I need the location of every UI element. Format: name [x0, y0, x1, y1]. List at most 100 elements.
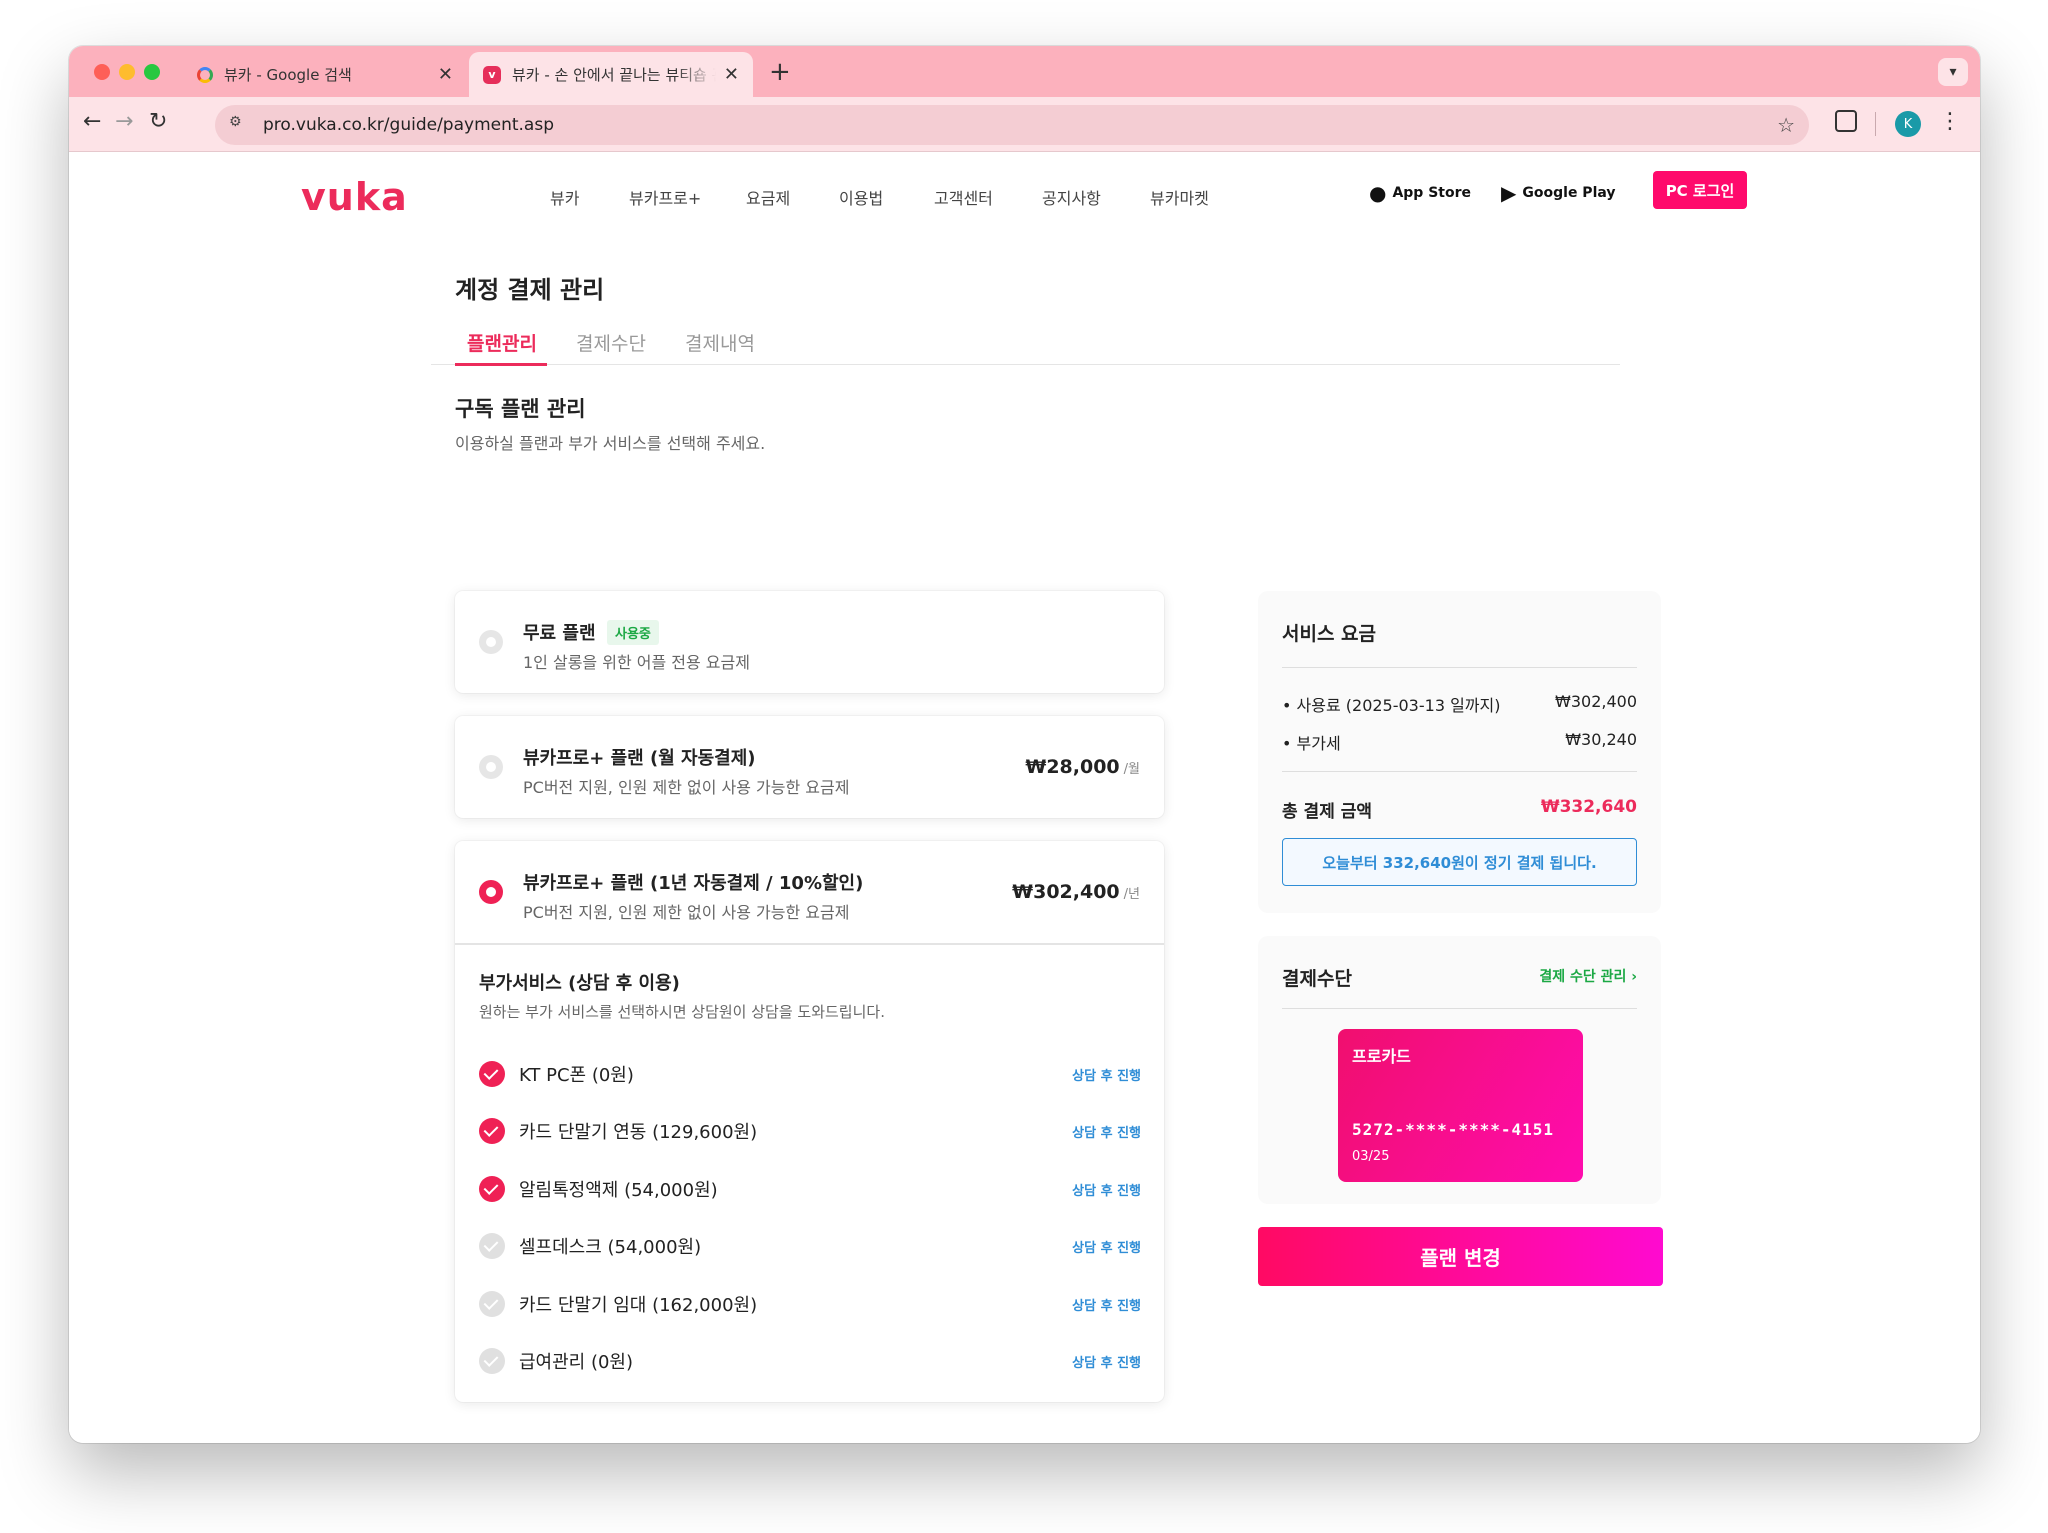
checkbox-unchecked[interactable] — [479, 1348, 505, 1374]
price-amount: ₩302,400 — [1012, 881, 1120, 903]
close-tab-icon[interactable]: ✕ — [438, 64, 453, 85]
tab-plan-management[interactable]: 플랜관리 — [467, 329, 537, 356]
extensions-icon[interactable] — [1835, 110, 1857, 132]
checkbox-checked[interactable] — [479, 1061, 505, 1087]
minimize-window-button[interactable] — [119, 64, 135, 80]
maximize-window-button[interactable] — [144, 64, 160, 80]
service-fee-title: 서비스 요금 — [1282, 623, 1377, 645]
site-info-icon[interactable]: ⚙ — [229, 114, 251, 136]
nav-item-vuka-pro[interactable]: 뷰카프로+ — [629, 185, 701, 209]
fee-label: • 사용료 (2025-03-13 일까지) — [1282, 696, 1501, 715]
google-play-icon: ▶ — [1501, 181, 1517, 205]
checkbox-checked[interactable] — [479, 1176, 505, 1202]
address-bar[interactable]: ⚙ pro.vuka.co.kr/guide/payment.asp ☆ — [215, 105, 1809, 145]
nav-item-market[interactable]: 뷰카마켓 — [1150, 185, 1209, 209]
new-tab-button[interactable]: + — [769, 57, 791, 87]
card-name: 프로카드 — [1352, 1047, 1411, 1066]
browser-tab-google[interactable]: 뷰카 - Google 검색 ✕ — [181, 52, 469, 97]
page-title: 계정 결제 관리 — [455, 276, 605, 304]
consult-link[interactable]: 상담 후 진행 — [1072, 1180, 1141, 1199]
total-amount: ₩332,640 — [1540, 797, 1637, 817]
vuka-favicon-icon: v — [483, 65, 501, 84]
google-icon — [197, 66, 213, 83]
plan-price: ₩28,000/월 — [1025, 756, 1140, 778]
nav-item-usage[interactable]: 이용법 — [839, 185, 883, 209]
fee-value: ₩30,240 — [1565, 730, 1637, 749]
fee-label: • 부가세 — [1282, 734, 1341, 753]
addon-label: 카드 단말기 임대 (162,000원) — [519, 1295, 758, 1316]
billing-notice: 오늘부터 332,640원이 정기 결제 됩니다. — [1282, 838, 1637, 886]
chevron-down-icon: ▾ — [1949, 64, 1957, 80]
page-content: vuka 뷰카 뷰카프로+ 요금제 이용법 고객센터 공지사항 뷰카마켓 ● A… — [69, 153, 1980, 1443]
addon-subtitle: 원하는 부가 서비스를 선택하시면 상담원이 상담을 도와드립니다. — [479, 1003, 885, 1021]
app-store-link[interactable]: ● App Store — [1369, 181, 1471, 205]
tab-payment-history[interactable]: 결제내역 — [685, 329, 755, 356]
browser-tab-vuka[interactable]: v 뷰카 - 손 안에서 끝나는 뷰티숍 관리 ✕ — [469, 52, 753, 97]
checkbox-unchecked[interactable] — [479, 1291, 505, 1317]
plan-radio-selected[interactable] — [479, 880, 503, 904]
section-title: 구독 플랜 관리 — [455, 397, 586, 421]
card-number: 5272-****-****-4151 — [1352, 1120, 1555, 1139]
fee-row-vat: • 부가세 ₩30,240 — [1282, 730, 1637, 754]
payment-card[interactable]: 프로카드 5272-****-****-4151 03/25 — [1338, 1029, 1583, 1182]
addon-item[interactable]: 급여관리 (0원) 상담 후 진행 — [479, 1346, 1141, 1376]
consult-link[interactable]: 상담 후 진행 — [1072, 1065, 1141, 1084]
plan-description: 1인 살롱을 위한 어플 전용 요금제 — [523, 653, 750, 672]
addon-item[interactable]: 셀프데스크 (54,000원) 상담 후 진행 — [479, 1231, 1141, 1261]
plan-description: PC버전 지원, 인원 제한 없이 사용 가능한 요금제 — [523, 903, 850, 922]
tabs-divider — [431, 364, 1620, 365]
plan-description: PC버전 지원, 인원 제한 없이 사용 가능한 요금제 — [523, 778, 850, 797]
addon-label: 알림톡정액제 (54,000원) — [519, 1180, 718, 1201]
plan-name: 뷰카프로+ 플랜 (1년 자동결제 / 10%할인) — [523, 873, 864, 894]
reload-icon[interactable]: ↻ — [149, 109, 167, 134]
nav-item-notice[interactable]: 공지사항 — [1042, 185, 1101, 209]
plan-card-free[interactable]: 무료 플랜 사용중 1인 살롱을 위한 어플 전용 요금제 — [455, 591, 1164, 693]
panel-divider — [1282, 667, 1637, 668]
plan-radio[interactable] — [479, 755, 503, 779]
profile-avatar[interactable]: K — [1895, 111, 1921, 137]
price-unit: /년 — [1123, 887, 1140, 902]
payment-method-panel: 결제수단 결제 수단 관리 › 프로카드 5272-****-****-4151… — [1258, 936, 1661, 1204]
manage-payment-link[interactable]: 결제 수단 관리 › — [1539, 966, 1637, 986]
close-window-button[interactable] — [94, 64, 110, 80]
close-tab-icon[interactable]: ✕ — [724, 64, 739, 85]
plan-card-yearly[interactable]: 뷰카프로+ 플랜 (1년 자동결제 / 10%할인) PC버전 지원, 인원 제… — [455, 841, 1164, 1402]
addon-item[interactable]: 카드 단말기 임대 (162,000원) 상담 후 진행 — [479, 1289, 1141, 1319]
price-amount: ₩28,000 — [1025, 756, 1120, 778]
consult-link[interactable]: 상담 후 진행 — [1072, 1122, 1141, 1141]
forward-icon[interactable]: → — [115, 109, 133, 134]
tab-title: 뷰카 - 손 안에서 끝나는 뷰티숍 관리 — [512, 66, 716, 84]
addon-item[interactable]: KT PC폰 (0원) 상담 후 진행 — [479, 1059, 1141, 1089]
vuka-logo[interactable]: vuka — [301, 175, 408, 219]
tab-payment-method[interactable]: 결제수단 — [576, 329, 646, 356]
change-plan-button[interactable]: 플랜 변경 — [1258, 1227, 1663, 1286]
nav-item-support[interactable]: 고객센터 — [934, 185, 993, 209]
addon-item[interactable]: 카드 단말기 연동 (129,600원) 상담 후 진행 — [479, 1116, 1141, 1146]
google-play-link[interactable]: ▶ Google Play — [1501, 181, 1616, 205]
bookmark-star-icon[interactable]: ☆ — [1777, 113, 1795, 137]
fee-value: ₩302,400 — [1555, 692, 1637, 711]
nav-item-vuka[interactable]: 뷰카 — [550, 185, 579, 209]
checkbox-unchecked[interactable] — [479, 1233, 505, 1259]
back-icon[interactable]: ← — [83, 109, 101, 134]
addon-item[interactable]: 알림톡정액제 (54,000원) 상담 후 진행 — [479, 1174, 1141, 1204]
tab-title: 뷰카 - Google 검색 — [224, 66, 352, 84]
pc-login-button[interactable]: PC 로그인 — [1653, 171, 1747, 209]
consult-link[interactable]: 상담 후 진행 — [1072, 1237, 1141, 1256]
tab-search-button[interactable]: ▾ — [1938, 58, 1968, 86]
more-menu-icon[interactable]: ⋮ — [1939, 109, 1961, 134]
addon-title: 부가서비스 (상담 후 이용) — [479, 973, 680, 994]
price-unit: /월 — [1123, 762, 1140, 777]
plan-card-monthly[interactable]: 뷰카프로+ 플랜 (월 자동결제) PC버전 지원, 인원 제한 없이 사용 가… — [455, 716, 1164, 818]
checkbox-checked[interactable] — [479, 1118, 505, 1144]
nav-item-pricing[interactable]: 요금제 — [746, 185, 790, 209]
card-expiry: 03/25 — [1352, 1149, 1390, 1164]
plan-radio[interactable] — [479, 630, 503, 654]
plan-price: ₩302,400/년 — [1012, 881, 1140, 903]
browser-window: 뷰카 - Google 검색 ✕ v 뷰카 - 손 안에서 끝나는 뷰티숍 관리… — [69, 46, 1980, 1443]
plan-name: 뷰카프로+ 플랜 (월 자동결제) — [523, 748, 756, 769]
consult-link[interactable]: 상담 후 진행 — [1072, 1352, 1141, 1371]
browser-toolbar: ← → ↻ ⚙ pro.vuka.co.kr/guide/payment.asp… — [69, 97, 1980, 152]
consult-link[interactable]: 상담 후 진행 — [1072, 1295, 1141, 1314]
total-label: 총 결제 금액 — [1282, 802, 1373, 822]
